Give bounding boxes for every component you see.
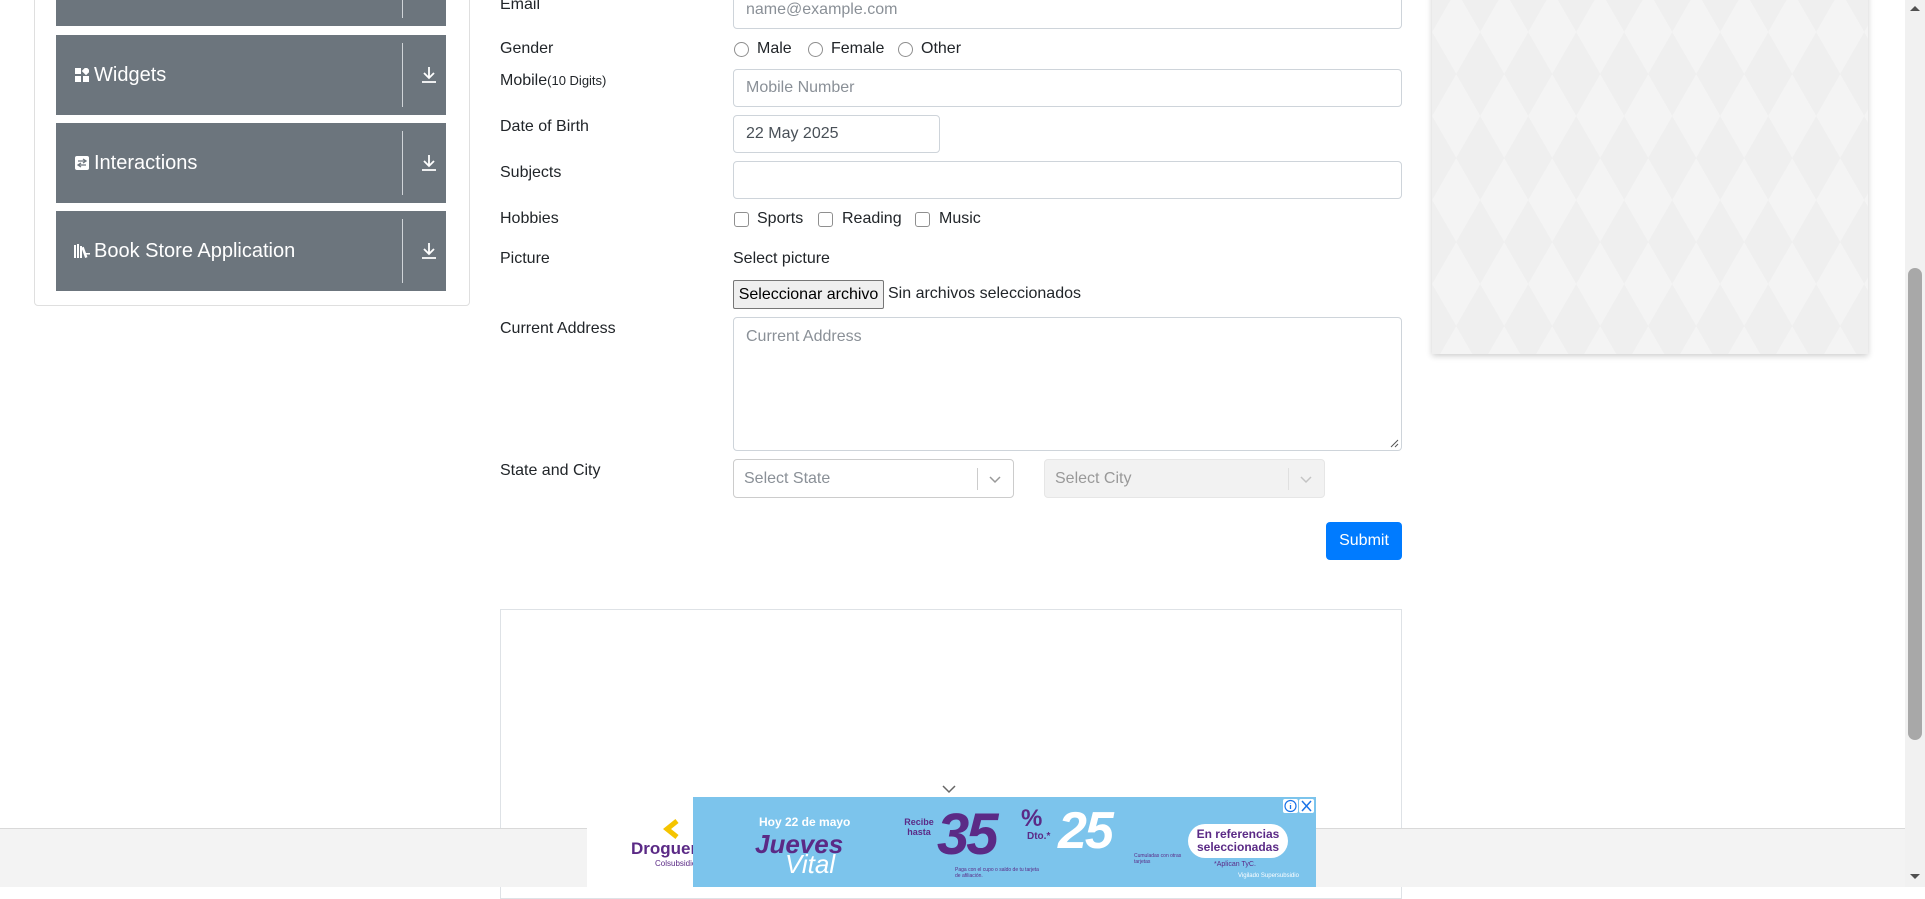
- ad-vital: Vital: [785, 849, 836, 879]
- resize-handle-icon[interactable]: [1389, 438, 1399, 448]
- hobby-reading-label[interactable]: Reading: [842, 210, 902, 228]
- dob-label: Date of Birth: [500, 118, 589, 135]
- ad-dto: Dto.*: [1027, 831, 1051, 842]
- ad-date: Hoy 22 de mayo: [759, 815, 851, 829]
- state-placeholder: Select State: [744, 469, 831, 487]
- city-select[interactable]: Select City: [1044, 459, 1325, 498]
- scroll-down-icon[interactable]: [1909, 873, 1921, 881]
- gender-other-radio[interactable]: [898, 42, 913, 57]
- select-separator: [977, 468, 978, 490]
- hobby-sports-checkbox[interactable]: [734, 212, 749, 227]
- sidebar-group-label: Interactions: [94, 151, 198, 174]
- gender-female-radio[interactable]: [808, 42, 823, 57]
- address-textarea[interactable]: Current Address: [733, 317, 1402, 451]
- mobile-input[interactable]: Mobile Number: [733, 69, 1402, 107]
- scrollbar-thumb[interactable]: [1908, 268, 1922, 740]
- divider: [402, 131, 403, 195]
- hobby-music-checkbox[interactable]: [915, 212, 930, 227]
- sidebar-group-widgets[interactable]: Widgets: [56, 35, 446, 115]
- choose-file-button[interactable]: Seleccionar archivo: [733, 280, 884, 309]
- interactions-icon: [74, 155, 90, 171]
- state-city-label: State and City: [500, 462, 601, 479]
- dob-value: 22 May 2025: [746, 125, 839, 142]
- select-picture-label: Select picture: [733, 250, 830, 267]
- download-arrow-icon[interactable]: [420, 65, 438, 85]
- mobile-hint: (10 Digits): [547, 73, 607, 88]
- gender-other-label[interactable]: Other: [921, 40, 961, 58]
- state-select[interactable]: Select State: [733, 459, 1014, 498]
- sidebar-group-interactions[interactable]: Interactions: [56, 123, 446, 203]
- gender-female-label[interactable]: Female: [831, 40, 884, 58]
- email-label: Email: [500, 0, 541, 13]
- address-label: Current Address: [500, 320, 616, 337]
- sidebar-group-label: Book Store Application: [94, 239, 296, 262]
- subjects-label: Subjects: [500, 164, 562, 181]
- sidebar-group-bookstore[interactable]: Book Store Application: [56, 211, 446, 291]
- ad-close-icon[interactable]: [1299, 799, 1314, 813]
- mobile-label-text: Mobile: [500, 72, 548, 89]
- brand-sub: Colsubsidio: [655, 859, 697, 868]
- sidebar-group-previous[interactable]: [56, 0, 446, 26]
- bookstore-icon: [74, 243, 90, 259]
- chevron-down-icon[interactable]: [988, 472, 1002, 486]
- download-arrow-icon[interactable]: [420, 241, 438, 261]
- dob-input[interactable]: 22 May 2025: [733, 115, 940, 153]
- picture-label: Picture: [500, 250, 550, 267]
- ad-upto: Recibe hasta: [904, 817, 934, 837]
- divider: [402, 219, 403, 283]
- hobby-reading-checkbox[interactable]: [818, 212, 833, 227]
- side-ad-panel: [1432, 0, 1868, 354]
- widgets-icon: [74, 67, 90, 83]
- ad-tyc: *Aplican TyC.: [1214, 861, 1256, 868]
- ad-percent-big: 35: [937, 802, 998, 867]
- ad-fine-1: Paga con el cupo o saldo de tu tarjeta d…: [955, 867, 1039, 879]
- ad-vigilado: Vigilado Supersubsidio: [1238, 873, 1299, 879]
- submit-button[interactable]: Submit: [1326, 522, 1402, 560]
- scroll-up-icon[interactable]: [1909, 4, 1921, 12]
- ad-percent-small: 25: [1058, 802, 1114, 860]
- mobile-placeholder: Mobile Number: [746, 79, 855, 96]
- gender-label: Gender: [500, 40, 554, 57]
- ad-percent-sign: %: [1021, 805, 1043, 832]
- sidebar-group-label: Widgets: [94, 63, 167, 86]
- divider: [402, 43, 403, 107]
- email-input[interactable]: name@example.com: [733, 0, 1402, 29]
- divider: [402, 0, 403, 18]
- ad-promo-area: Hoy 22 de mayo Jueves Vital Recibe hasta…: [693, 797, 1316, 887]
- ad-fine-2: Cumuladas con otras tarjetas: [1134, 853, 1182, 865]
- select-separator: [1288, 468, 1289, 490]
- city-placeholder: Select City: [1055, 469, 1132, 487]
- email-placeholder: name@example.com: [746, 0, 898, 18]
- hobby-sports-label[interactable]: Sports: [757, 210, 803, 228]
- subjects-input[interactable]: [733, 161, 1402, 199]
- download-arrow-icon[interactable]: [420, 153, 438, 173]
- address-placeholder: Current Address: [746, 328, 862, 345]
- chevron-down-icon[interactable]: [1299, 472, 1313, 486]
- hobby-music-label[interactable]: Music: [939, 210, 981, 228]
- hobbies-label: Hobbies: [500, 210, 559, 227]
- file-status: Sin archivos seleccionados: [888, 285, 1081, 302]
- ad-refs: En referencias seleccionadas: [1188, 824, 1288, 858]
- gender-male-label[interactable]: Male: [757, 40, 792, 58]
- ad-brand-area: Droguerías Colsubsidio: [587, 797, 721, 887]
- chevron-down-icon[interactable]: [941, 783, 957, 795]
- brand-chevron-icon: [663, 819, 679, 839]
- ad-info-icon[interactable]: [1283, 799, 1298, 813]
- mobile-label: Mobile(10 Digits): [500, 72, 606, 90]
- gender-male-radio[interactable]: [734, 42, 749, 57]
- ad-banner[interactable]: Droguerías Colsubsidio Hoy 22 de mayo Ju…: [587, 797, 1316, 887]
